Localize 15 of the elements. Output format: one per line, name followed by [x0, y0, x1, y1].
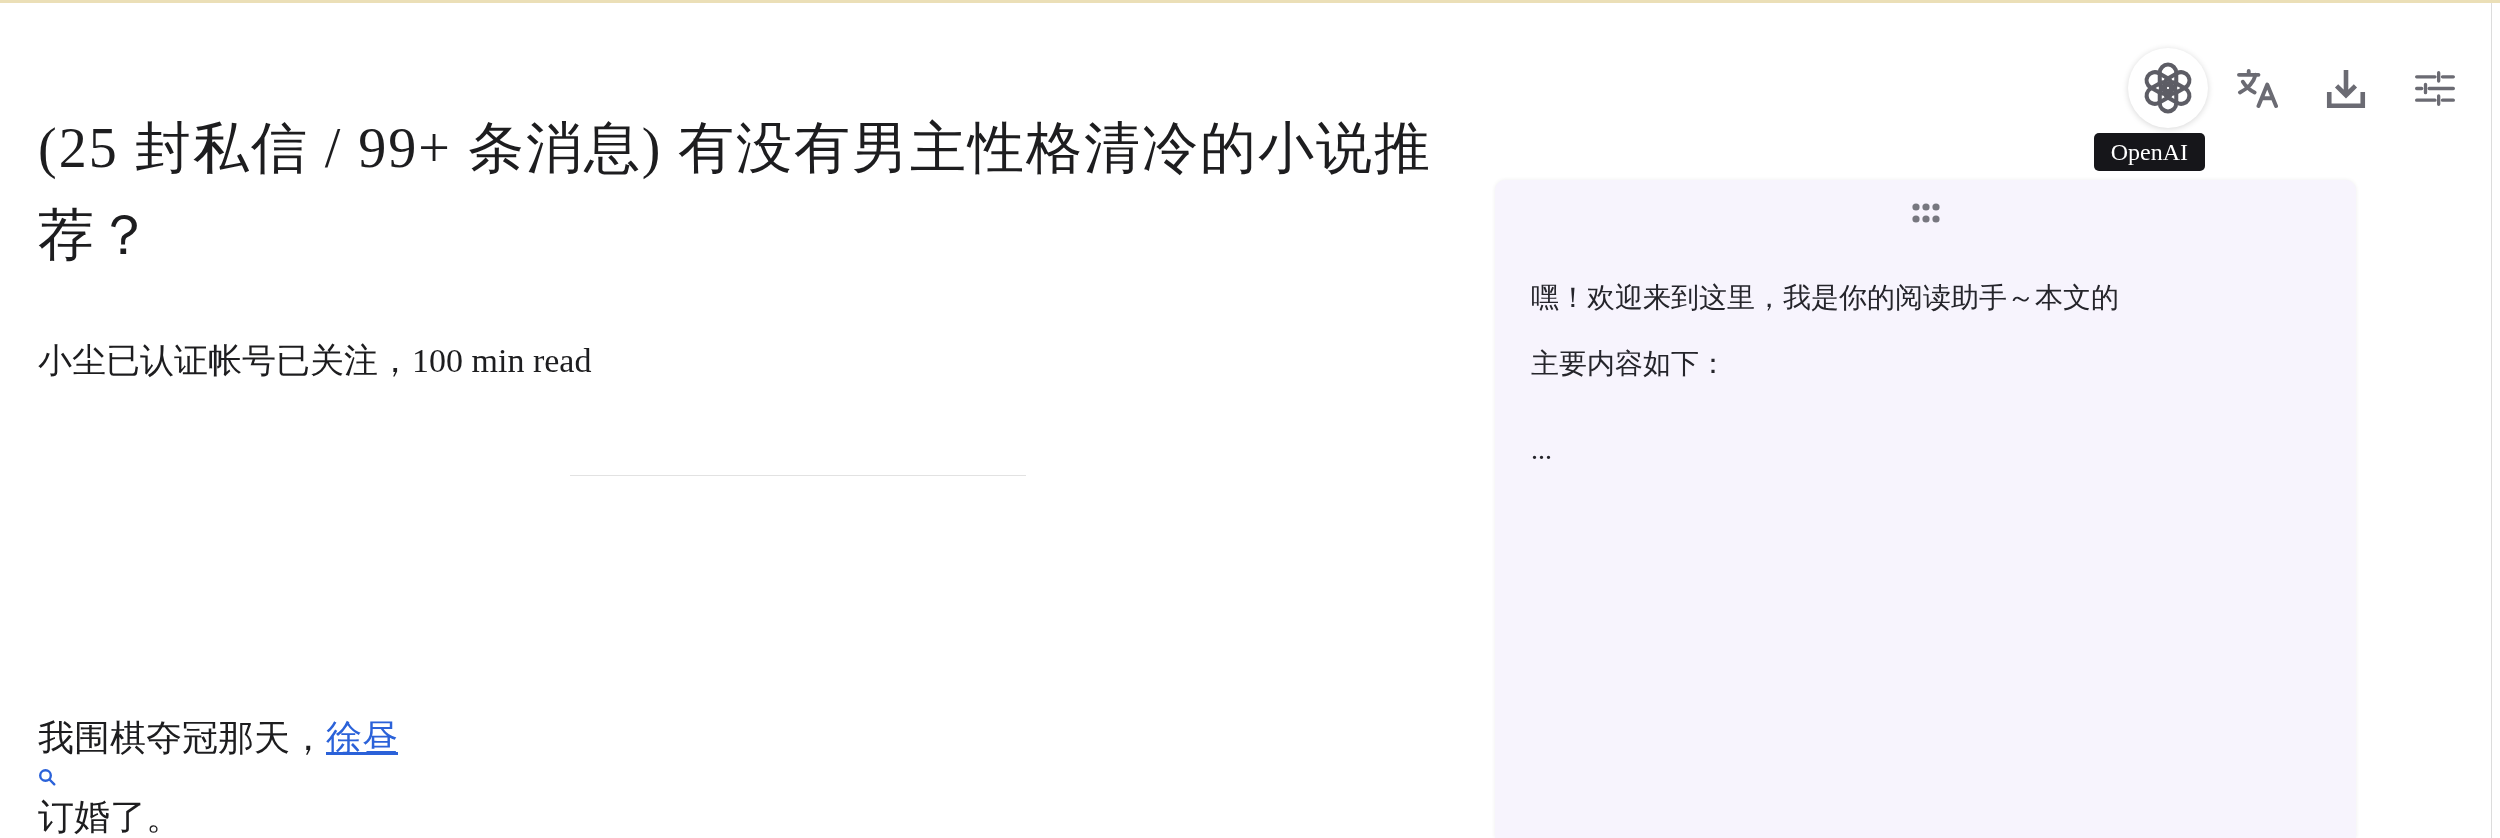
tooltip: OpenAI [2093, 133, 2205, 171]
loading-ellipsis: ... [1531, 433, 1552, 467]
article-paragraph: 订婚了。 [38, 798, 182, 836]
person-link[interactable]: 徐昼 [326, 718, 398, 758]
translate-icon [2236, 68, 2278, 108]
openai-logo-icon [2142, 62, 2194, 114]
drag-handle-icon[interactable] [1911, 203, 1940, 223]
download-icon [2326, 68, 2366, 108]
search-icon[interactable] [38, 768, 56, 786]
assistant-message: 嘿！欢迎来到这里，我是你的阅读助手～本文的主要内容如下： [1531, 281, 2120, 381]
sliders-icon [2415, 70, 2455, 106]
article-paragraph: 我围棋夺冠那天，徐昼 [38, 717, 398, 760]
article-byline: 小尘已认证帐号已关注，100 min read [38, 341, 592, 381]
article-title: (25 封私信 / 99+ 条消息) 有没有男主性格清冷的小说推荐？ [38, 116, 1434, 268]
openai-button[interactable] [2128, 48, 2208, 128]
